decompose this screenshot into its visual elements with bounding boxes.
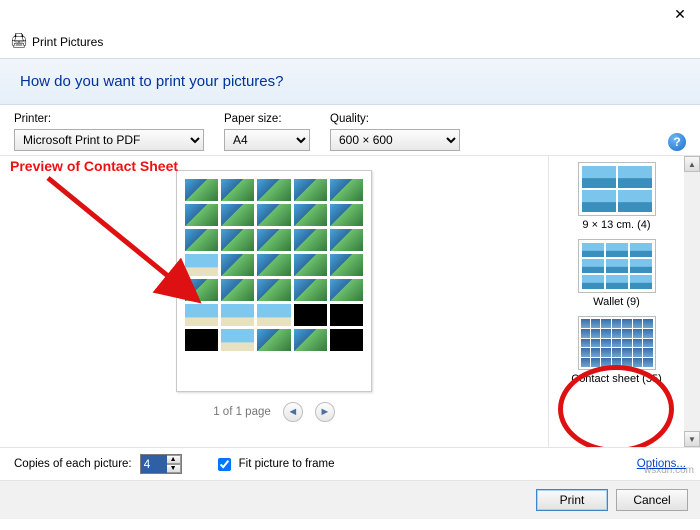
printer-icon <box>10 34 26 50</box>
prompt-text: How do you want to print your pictures? <box>20 73 283 90</box>
quality-label: Quality: <box>330 113 460 125</box>
fit-frame-checkbox[interactable]: Fit picture to frame <box>214 455 335 474</box>
body-area: Preview of Contact Sheet 1 of 1 page ◄ ► <box>0 155 700 447</box>
layout-label: 9 × 13 cm. (4) <box>582 219 650 231</box>
next-page-button[interactable]: ► <box>315 402 335 422</box>
pager-text: 1 of 1 page <box>213 406 271 418</box>
close-button[interactable]: ✕ <box>660 0 700 28</box>
layout-item-9x13[interactable]: 9 × 13 cm. (4) <box>578 162 656 231</box>
fit-frame-label: Fit picture to frame <box>239 458 335 470</box>
layout-list[interactable]: 9 × 13 cm. (4) Wallet (9) Contact sheet … <box>549 156 684 447</box>
print-button[interactable]: Print <box>536 489 608 511</box>
printer-label: Printer: <box>14 113 204 125</box>
fit-frame-input[interactable] <box>218 458 231 471</box>
help-icon[interactable]: ? <box>668 133 686 151</box>
contact-sheet-preview <box>176 170 372 392</box>
footer-options: Copies of each picture: ▲ ▼ Fit picture … <box>0 447 700 480</box>
layout-pane: 9 × 13 cm. (4) Wallet (9) Contact sheet … <box>548 156 700 447</box>
copies-up-button[interactable]: ▲ <box>167 455 181 464</box>
copies-label: Copies of each picture: <box>14 458 132 470</box>
printer-select[interactable]: Microsoft Print to PDF <box>14 129 204 151</box>
copies-stepper[interactable]: ▲ ▼ <box>140 454 182 474</box>
prompt-band: How do you want to print your pictures? <box>0 58 700 105</box>
preview-pane: Preview of Contact Sheet 1 of 1 page ◄ ► <box>0 156 548 447</box>
scroll-down-button[interactable]: ▼ <box>684 431 700 447</box>
scroll-up-button[interactable]: ▲ <box>684 156 700 172</box>
window-header: Print Pictures <box>0 32 700 58</box>
titlebar: ✕ <box>0 0 700 32</box>
layout-label: Contact sheet (35) <box>571 373 662 385</box>
layout-item-contact-sheet[interactable]: Contact sheet (35) <box>571 316 662 385</box>
paper-size-select[interactable]: A4 <box>224 129 310 151</box>
layout-label: Wallet (9) <box>593 296 640 308</box>
paper-label: Paper size: <box>224 113 310 125</box>
prev-page-button[interactable]: ◄ <box>283 402 303 422</box>
cancel-button[interactable]: Cancel <box>616 489 688 511</box>
quality-select[interactable]: 600 × 600 <box>330 129 460 151</box>
copies-input[interactable] <box>141 455 167 473</box>
watermark: wsxdn.com <box>644 465 694 476</box>
layout-scrollbar[interactable]: ▲ ▼ <box>684 156 700 447</box>
dialog-buttons: Print Cancel <box>0 480 700 519</box>
pager: 1 of 1 page ◄ ► <box>213 402 335 422</box>
window-title: Print Pictures <box>32 35 103 49</box>
annotation-label: Preview of Contact Sheet <box>10 158 178 174</box>
layout-item-wallet[interactable]: Wallet (9) <box>578 239 656 308</box>
copies-down-button[interactable]: ▼ <box>167 464 181 473</box>
print-controls: Printer: Microsoft Print to PDF Paper si… <box>0 105 700 155</box>
